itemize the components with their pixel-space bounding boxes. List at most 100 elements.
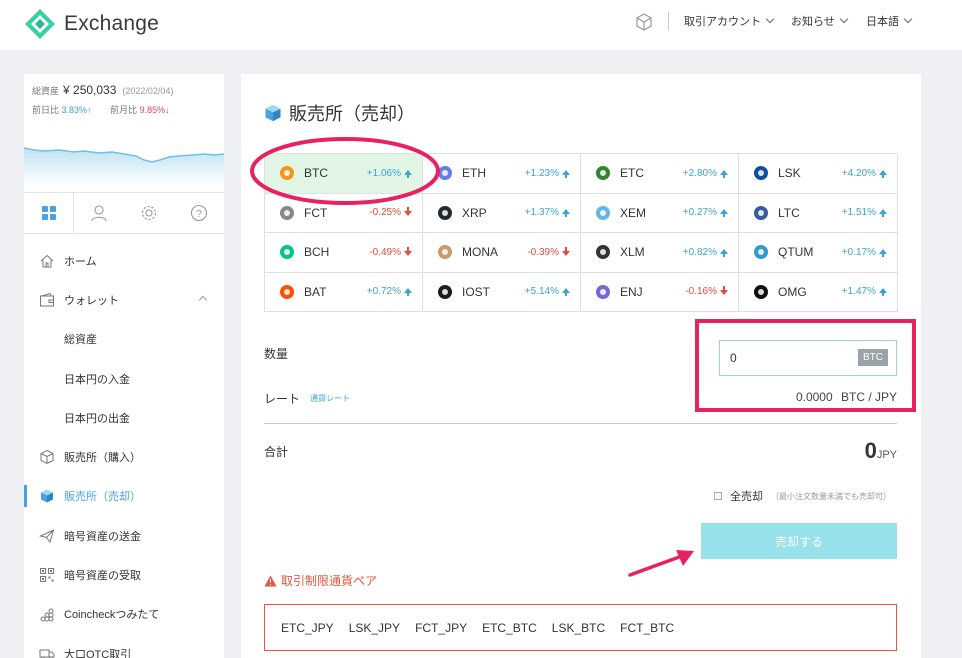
coin-symbol: BTC <box>304 166 328 181</box>
sidebar-item-label: Coincheckつみたて <box>64 609 160 622</box>
sidebar-item-label: 日本円の出金 <box>64 412 130 425</box>
total-value: 0JPY <box>865 438 897 464</box>
coin-symbol: ETC <box>620 166 644 181</box>
arrow-down-icon <box>562 246 570 256</box>
sell-all-checkbox[interactable] <box>714 492 722 500</box>
coin-symbol: OMG <box>778 284 807 299</box>
coin-change: +2.80% <box>683 168 728 179</box>
coin-change: -0.16% <box>685 286 728 297</box>
home-icon <box>38 252 56 270</box>
cube-icon <box>38 487 56 505</box>
sidebar-item-sell[interactable]: 販売所（売却） <box>24 477 224 516</box>
coin-cell-qtum[interactable]: QTUM +0.17% <box>739 233 898 273</box>
xem-icon <box>595 205 611 221</box>
sidebar-item-jpy-deposit[interactable]: 日本円の入金 <box>24 359 224 398</box>
btc-icon <box>279 165 295 181</box>
menu-trade-account-label: 取引アカウント <box>684 16 761 28</box>
xrp-icon <box>437 205 453 221</box>
arrow-up-icon <box>879 248 887 257</box>
warning-icon <box>264 575 277 586</box>
arrow-down-icon <box>404 246 412 256</box>
rate-link[interactable]: 通貨レート <box>310 393 350 404</box>
coin-cell-omg[interactable]: OMG +1.47% <box>739 272 898 312</box>
arrow-up-icon <box>562 288 570 297</box>
coin-cell-etc[interactable]: ETC +2.80% <box>581 154 739 194</box>
coin-change-value: -0.25% <box>369 207 401 219</box>
logo[interactable]: Exchange <box>24 8 159 40</box>
chevron-down-icon <box>839 14 849 24</box>
coin-cell-bat[interactable]: BAT +0.72% <box>265 272 423 312</box>
coin-change: -0.25% <box>369 207 412 218</box>
coin-symbol: ETH <box>462 166 486 181</box>
menu-trade-account[interactable]: 取引アカウント <box>684 13 775 29</box>
chevron-up-icon[interactable] <box>198 296 208 305</box>
coin-cell-mona[interactable]: MONA -0.39% <box>423 233 581 273</box>
tab-help[interactable]: ? <box>174 193 224 233</box>
sell-all-label[interactable]: 全売却 <box>730 488 763 504</box>
sidebar-item-otc[interactable]: 大口OTC取引 <box>24 634 224 658</box>
logo-text: Exchange <box>64 12 160 35</box>
coin-cell-fct[interactable]: FCT -0.25% <box>265 193 423 233</box>
coin-cell-btc[interactable]: BTC +1.06% <box>265 154 423 194</box>
tab-menu[interactable] <box>24 193 74 233</box>
sidebar-item-label: 暗号資産の送金 <box>64 530 141 543</box>
menu-language[interactable]: 日本語 <box>866 13 913 29</box>
total-label: 合計 <box>264 445 289 459</box>
iost-icon <box>437 284 453 300</box>
coin-cell-lsk[interactable]: LSK +4.20% <box>739 154 898 194</box>
mona-icon <box>437 244 453 260</box>
tab-settings[interactable] <box>124 193 174 233</box>
lsk-icon <box>753 165 769 181</box>
coin-cell-eth[interactable]: ETH +1.23% <box>423 154 581 194</box>
coin-change-value: +2.80% <box>682 167 717 179</box>
sidebar-item-label: ウォレット <box>64 294 119 307</box>
arrow-up-icon <box>404 169 412 178</box>
sidebar-item-send[interactable]: 暗号資産の送金 <box>24 516 224 555</box>
restricted-pair: FCT_JPY <box>415 620 468 635</box>
menu-language-label: 日本語 <box>866 16 899 28</box>
coin-cell-xrp[interactable]: XRP +1.37% <box>423 193 581 233</box>
arrow-up-icon <box>879 169 887 178</box>
coin-cell-xlm[interactable]: XLM +0.82% <box>581 233 739 273</box>
coin-symbol: BAT <box>304 284 327 299</box>
coin-cell-bch[interactable]: BCH -0.49% <box>265 233 423 273</box>
cube-icon <box>265 104 281 122</box>
quantity-input[interactable]: 0 BTC <box>719 340 897 376</box>
coin-symbol: XRP <box>462 205 487 220</box>
sidebar-item-receive[interactable]: 暗号資産の受取 <box>24 555 224 594</box>
arrow-up-icon <box>720 248 728 257</box>
menu-notifications[interactable]: お知らせ <box>791 13 849 29</box>
coin-symbol: LSK <box>778 166 801 181</box>
coin-change-value: -0.39% <box>527 246 559 258</box>
header-divider <box>668 12 669 30</box>
quantity-input-value: 0 <box>730 351 737 365</box>
coin-cell-iost[interactable]: IOST +5.14% <box>423 272 581 312</box>
chevron-down-icon <box>765 14 775 24</box>
restricted-pair: ETC_BTC <box>482 620 537 635</box>
tab-account[interactable] <box>74 193 124 233</box>
sidebar-item-wallet[interactable]: ウォレット <box>24 280 224 319</box>
sidebar-item-tsumitate[interactable]: Coincheckつみたて <box>24 595 224 634</box>
enj-icon <box>595 284 611 300</box>
sell-button[interactable]: 売却する <box>701 523 897 559</box>
sidebar-item-jpy-withdraw[interactable]: 日本円の出金 <box>24 398 224 437</box>
coin-symbol: QTUM <box>778 245 814 260</box>
sidebar-item-total-assets[interactable]: 総資産 <box>24 320 224 359</box>
sidebar-item-home[interactable]: ホーム <box>24 241 224 280</box>
coin-cell-ltc[interactable]: LTC +1.51% <box>739 193 898 233</box>
day-change-label: 前日比 <box>32 105 60 115</box>
divider <box>264 423 897 424</box>
help-icon: ? <box>190 204 208 222</box>
logo-icon <box>25 9 55 39</box>
cube-outline-icon[interactable] <box>634 12 654 32</box>
coin-change-value: +0.27% <box>682 207 717 219</box>
sidebar-item-label: 販売所（売却） <box>64 491 141 504</box>
coin-change: +1.23% <box>525 168 570 179</box>
coin-change-value: +1.51% <box>841 207 876 219</box>
sell-all-note: （最小注文数量未満でも売却可） <box>771 491 891 501</box>
coin-cell-enj[interactable]: ENJ -0.16% <box>581 272 739 312</box>
restricted-pair: ETC_JPY <box>281 620 334 635</box>
coin-cell-xem[interactable]: XEM +0.27% <box>581 193 739 233</box>
sidebar-item-buy[interactable]: 販売所（購入） <box>24 437 224 476</box>
coin-change: -0.49% <box>369 246 412 258</box>
